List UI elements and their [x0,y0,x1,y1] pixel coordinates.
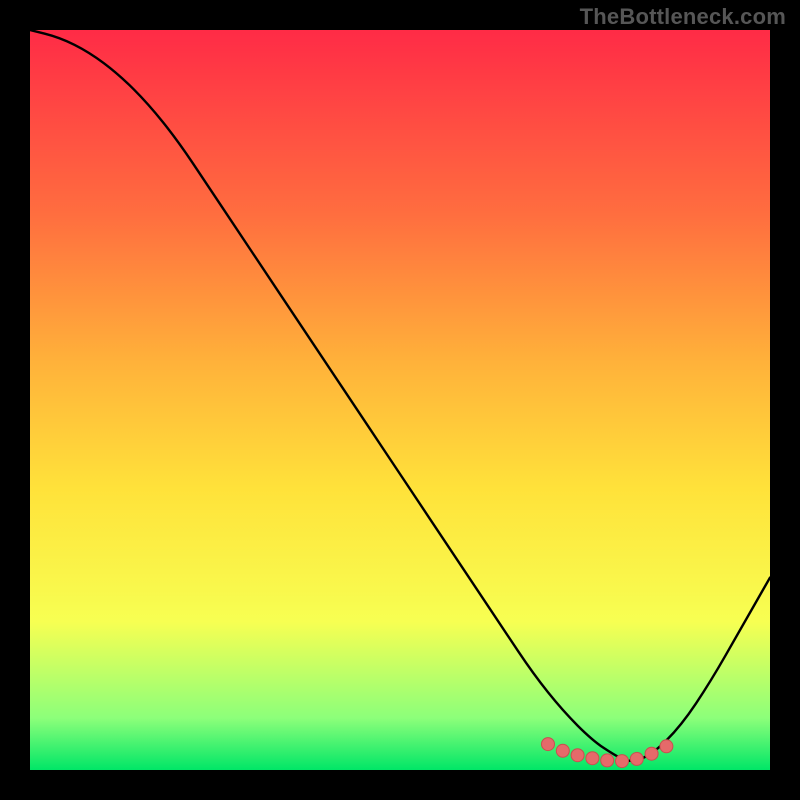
marker-dot [571,749,584,762]
marker-dot [645,747,658,760]
marker-dot [660,740,673,753]
marker-dot [556,744,569,757]
marker-dot [616,755,629,768]
marker-dot [601,754,614,767]
marker-dot [542,738,555,751]
watermark-text: TheBottleneck.com [580,4,786,30]
marker-dot [586,752,599,765]
gradient-background [30,30,770,770]
marker-dot [630,752,643,765]
chart-frame: TheBottleneck.com [0,0,800,800]
plot-area [30,30,770,770]
chart-svg [30,30,770,770]
